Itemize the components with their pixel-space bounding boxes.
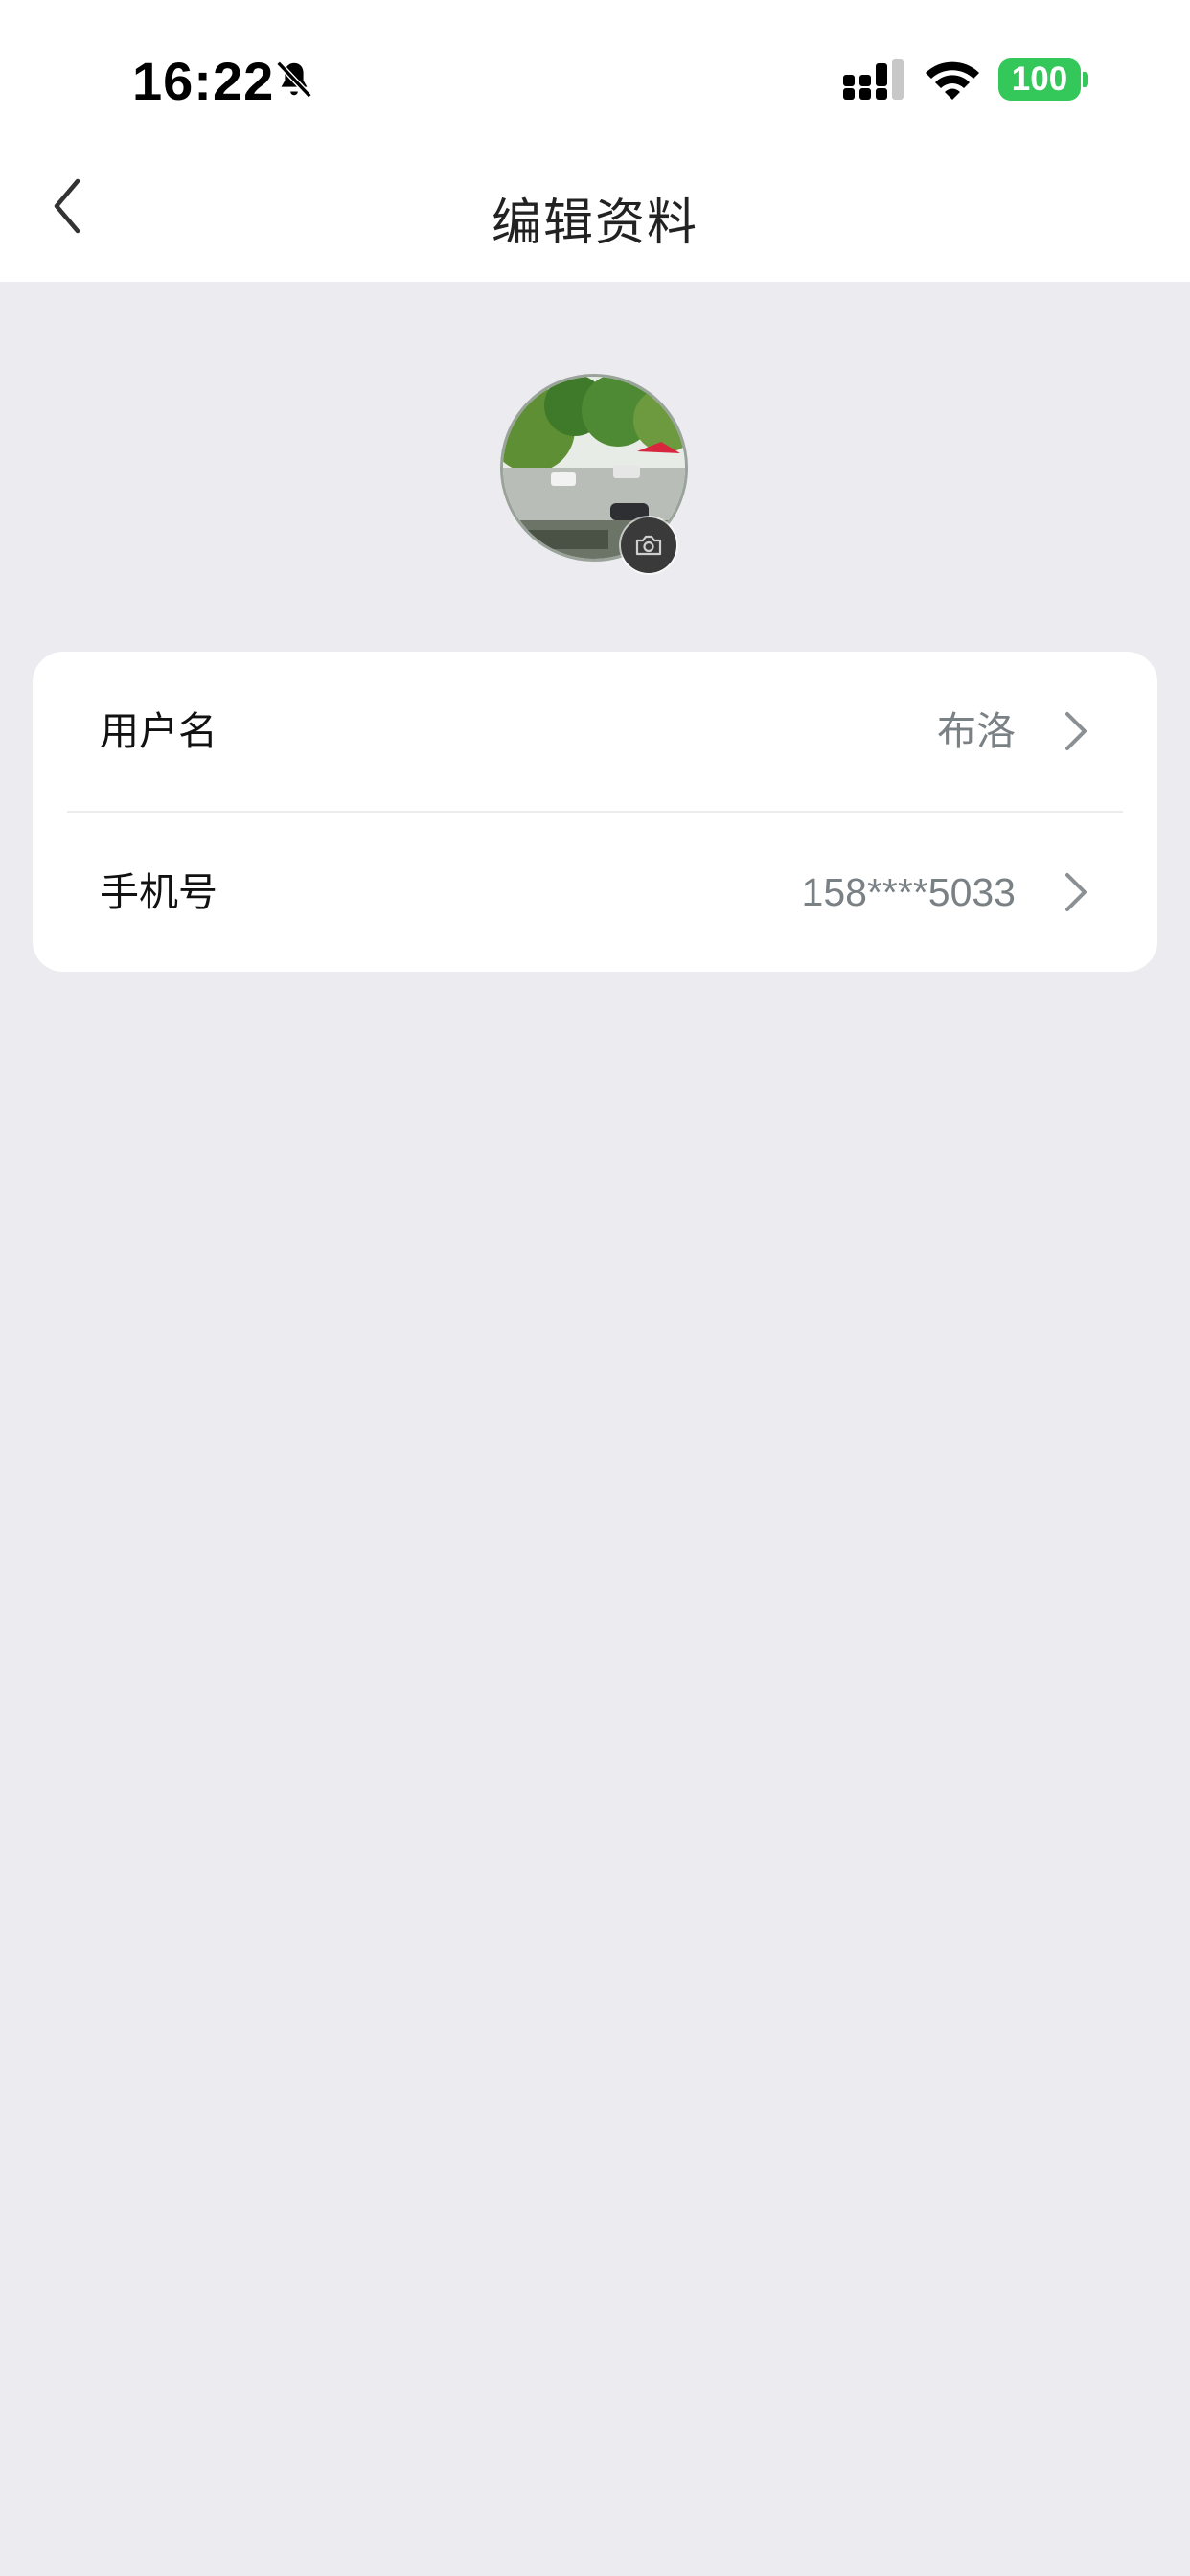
phone-label: 手机号 xyxy=(100,870,217,914)
username-row[interactable]: 用户名 布洛 xyxy=(33,652,1157,811)
avatar-upload[interactable] xyxy=(500,374,688,573)
camera-badge[interactable] xyxy=(621,518,676,573)
bell-slash-icon xyxy=(276,60,312,99)
status-time: 16:22 xyxy=(132,51,275,111)
username-label: 用户名 xyxy=(100,709,217,753)
phone-value: 158****5033 xyxy=(801,870,1016,914)
wifi-icon xyxy=(926,61,979,100)
battery-cap xyxy=(1083,72,1088,87)
profile-card: 用户名 布洛 手机号 158****5033 xyxy=(33,652,1157,972)
chevron-right-icon xyxy=(1065,873,1087,911)
battery-icon: 100 xyxy=(998,58,1081,101)
phone-row[interactable]: 手机号 158****5033 xyxy=(33,813,1157,972)
chevron-right-icon xyxy=(1065,712,1087,750)
page-title: 编辑资料 xyxy=(491,196,698,251)
username-value: 布洛 xyxy=(937,709,1016,753)
cellular-signal-icon xyxy=(843,59,904,100)
camera-icon xyxy=(635,535,662,556)
nav-bar: 编辑资料 xyxy=(0,153,1190,282)
status-bar: 16:22 100 xyxy=(0,0,1190,153)
